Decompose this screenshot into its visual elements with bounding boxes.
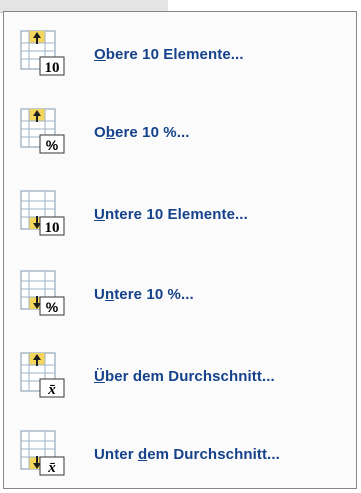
menu-item-label: Untere 10 Elemente... xyxy=(94,205,248,223)
svg-text:10: 10 xyxy=(45,220,60,236)
conditional-formatting-top-bottom-menu: 10 Obere 10 Elemente... % Obere 10 %... xyxy=(3,11,357,489)
menu-item-label: Obere 10 Elemente... xyxy=(94,45,244,63)
menu-item-top-10-items[interactable]: 10 Obere 10 Elemente... xyxy=(18,26,348,82)
menu-item-bottom-10-percent[interactable]: % Untere 10 %... xyxy=(18,266,348,322)
svg-text:10: 10 xyxy=(45,60,60,76)
above-average-icon: x̄ xyxy=(20,352,65,398)
bottom-10-items-icon: 10 xyxy=(20,190,65,236)
menu-item-label: Unter dem Durchschnitt... xyxy=(94,445,280,463)
svg-text:x̄: x̄ xyxy=(47,460,56,476)
menu-item-label: Obere 10 %... xyxy=(94,123,190,141)
menu-item-above-average[interactable]: x̄ Über dem Durchschnitt... xyxy=(18,348,348,404)
bottom-10-percent-icon: % xyxy=(20,270,65,316)
svg-text:%: % xyxy=(46,299,59,315)
below-average-icon: x̄ xyxy=(20,430,65,476)
menu-item-below-average[interactable]: x̄ Unter dem Durchschnitt... xyxy=(18,426,348,482)
top-10-items-icon: 10 xyxy=(20,30,65,76)
svg-text:x̄: x̄ xyxy=(47,382,56,398)
menu-item-label: Untere 10 %... xyxy=(94,285,194,303)
svg-text:%: % xyxy=(46,137,59,153)
menu-item-label: Über dem Durchschnitt... xyxy=(94,367,275,385)
menu-item-top-10-percent[interactable]: % Obere 10 %... xyxy=(18,104,348,160)
menu-item-bottom-10-items[interactable]: 10 Untere 10 Elemente... xyxy=(18,186,348,242)
top-10-percent-icon: % xyxy=(20,108,65,154)
